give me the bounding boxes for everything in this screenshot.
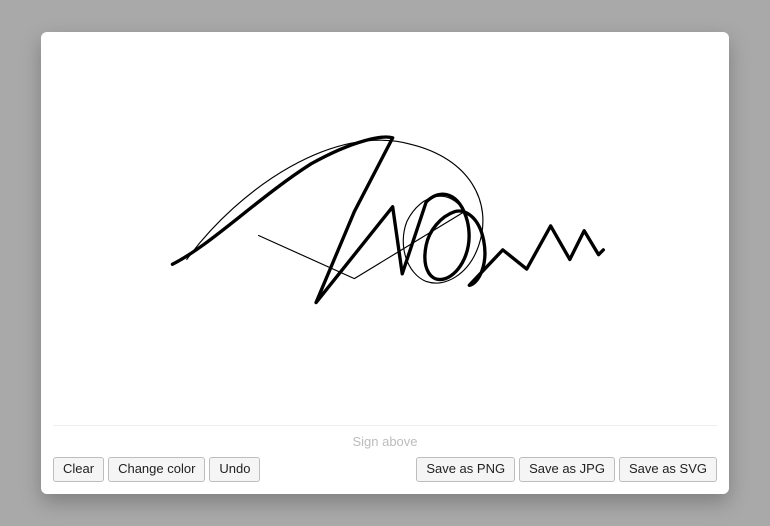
- clear-button[interactable]: Clear: [53, 457, 104, 482]
- undo-button[interactable]: Undo: [209, 457, 260, 482]
- save-jpg-button[interactable]: Save as JPG: [519, 457, 615, 482]
- toolbar: Clear Change color Undo Save as PNG Save…: [53, 457, 717, 482]
- signature-panel: Sign above Clear Change color Undo Save …: [41, 32, 729, 494]
- signature-canvas[interactable]: [53, 44, 717, 426]
- save-svg-button[interactable]: Save as SVG: [619, 457, 717, 482]
- toolbar-right: Save as PNG Save as JPG Save as SVG: [416, 457, 717, 482]
- signature-stroke-thick: [172, 137, 603, 302]
- save-png-button[interactable]: Save as PNG: [416, 457, 515, 482]
- change-color-button[interactable]: Change color: [108, 457, 205, 482]
- hint-label: Sign above: [53, 430, 717, 457]
- signature-drawing: [53, 44, 717, 425]
- toolbar-left: Clear Change color Undo: [53, 457, 260, 482]
